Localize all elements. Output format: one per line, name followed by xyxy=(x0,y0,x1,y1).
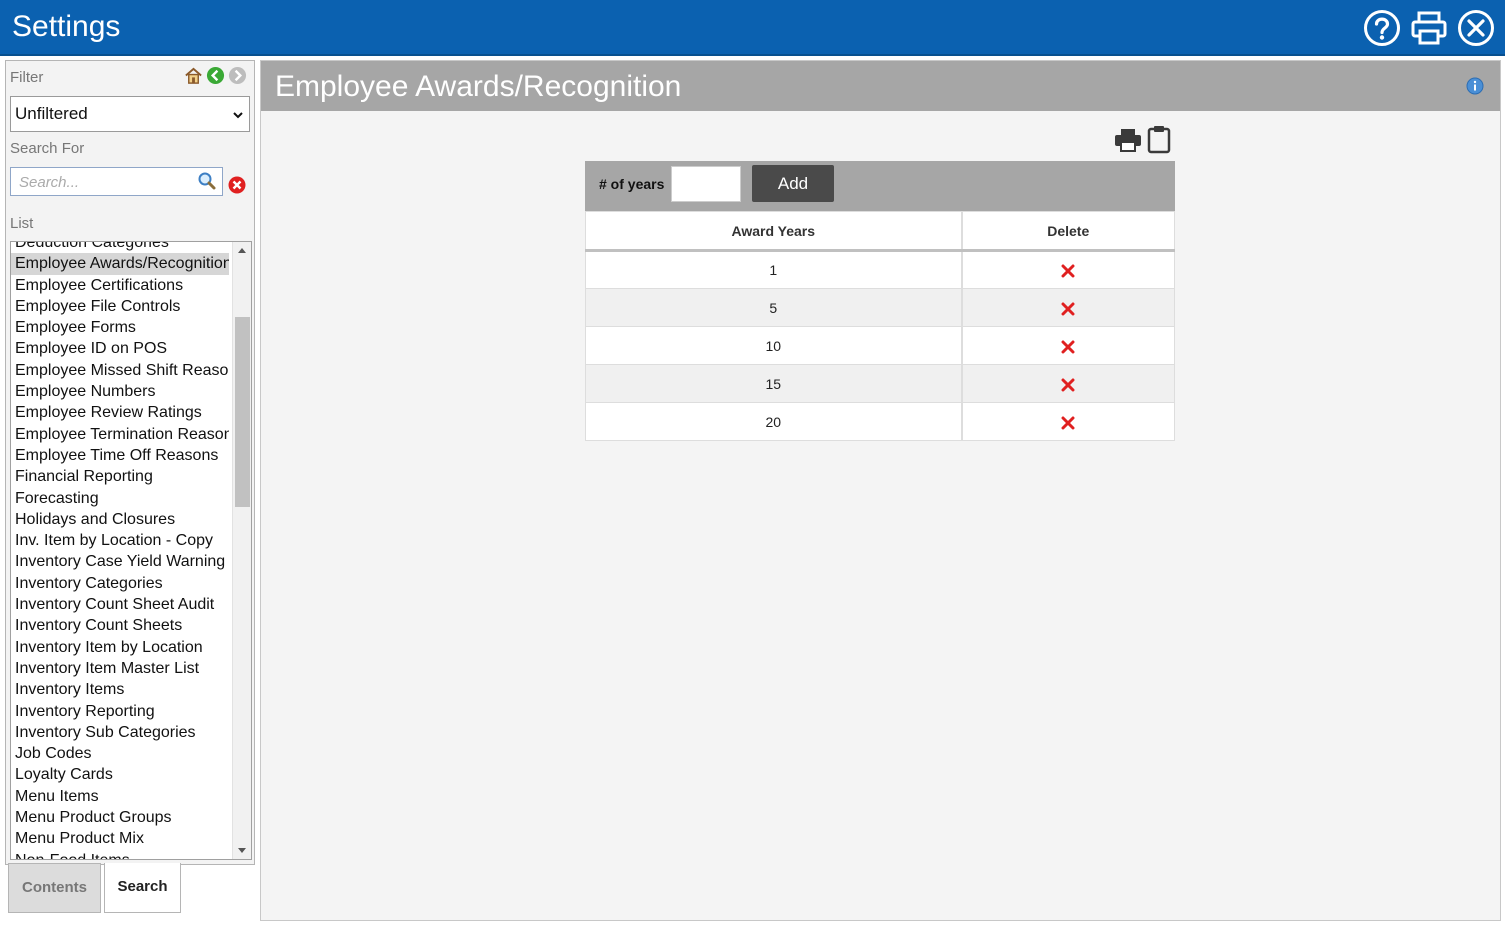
list-item[interactable]: Employee Missed Shift Reasons xyxy=(11,360,229,381)
settings-navigator: Filter Unfiltered Search For Search... L… xyxy=(5,60,255,865)
add-years-bar: # of years Add xyxy=(585,161,1175,211)
search-placeholder: Search... xyxy=(19,174,80,191)
award-year-cell: 15 xyxy=(585,364,963,403)
list-item[interactable]: Employee ID on POS xyxy=(11,338,229,359)
search-for-label: Search For xyxy=(10,140,85,157)
add-button[interactable]: Add xyxy=(752,165,834,202)
award-years-table: Award Years Delete 1 5 10 15 20 xyxy=(585,211,1175,441)
filter-select[interactable]: Unfiltered xyxy=(10,96,250,132)
scroll-down-icon[interactable] xyxy=(238,848,246,853)
list-item[interactable]: Deduction Categories xyxy=(11,242,229,253)
list-item[interactable]: Employee Forms xyxy=(11,317,229,338)
list-item[interactable]: Inventory Item Master List xyxy=(11,658,229,679)
settings-list-items: Deduction Categories Employee Awards/Reco… xyxy=(11,242,229,859)
list-item[interactable]: Inventory Count Sheets xyxy=(11,615,229,636)
table-row: 20 xyxy=(585,402,1175,441)
clipboard-icon[interactable] xyxy=(1147,124,1171,154)
help-icon[interactable] xyxy=(1363,9,1401,47)
app-header: Settings xyxy=(0,0,1505,56)
chevron-down-icon xyxy=(233,112,243,119)
years-input[interactable] xyxy=(671,166,741,202)
list-item[interactable]: Holidays and Closures xyxy=(11,509,229,530)
delete-icon[interactable] xyxy=(1061,264,1075,278)
column-header-delete: Delete xyxy=(961,211,1175,252)
table-header-row: Award Years Delete xyxy=(585,211,1175,252)
settings-list[interactable]: Deduction Categories Employee Awards/Reco… xyxy=(10,241,252,860)
delete-cell xyxy=(961,250,1175,289)
list-item[interactable]: Forecasting xyxy=(11,488,229,509)
list-item[interactable]: Job Codes xyxy=(11,743,229,764)
print-table-icon[interactable] xyxy=(1114,127,1142,153)
column-header-award-years[interactable]: Award Years xyxy=(585,211,963,252)
table-row: 1 xyxy=(585,250,1175,289)
years-label: # of years xyxy=(599,176,665,192)
list-item[interactable]: Menu Product Mix xyxy=(11,828,229,849)
list-item[interactable]: Financial Reporting xyxy=(11,466,229,487)
table-row: 10 xyxy=(585,326,1175,365)
delete-cell xyxy=(961,402,1175,441)
list-label: List xyxy=(10,215,34,232)
list-item[interactable]: Menu Product Groups xyxy=(11,807,229,828)
home-icon[interactable] xyxy=(184,66,203,85)
list-item[interactable]: Employee Awards/Recognition xyxy=(11,253,229,275)
list-item[interactable]: Non-Food Items xyxy=(11,850,229,859)
delete-icon[interactable] xyxy=(1061,340,1075,354)
award-year-cell: 20 xyxy=(585,402,963,441)
list-item[interactable]: Employee Certifications xyxy=(11,275,229,296)
award-year-cell: 5 xyxy=(585,288,963,327)
delete-icon[interactable] xyxy=(1061,416,1075,430)
list-item[interactable]: Inventory Case Yield Warning xyxy=(11,551,229,572)
table-row: 15 xyxy=(585,364,1175,403)
list-item[interactable]: Inventory Count Sheet Audit xyxy=(11,594,229,615)
list-item[interactable]: Inventory Sub Categories xyxy=(11,722,229,743)
page-title: Employee Awards/Recognition xyxy=(275,70,682,103)
print-icon[interactable] xyxy=(1410,9,1448,47)
list-item[interactable]: Inv. Item by Location - Copy xyxy=(11,530,229,551)
table-row: 5 xyxy=(585,288,1175,327)
list-item[interactable]: Employee Numbers xyxy=(11,381,229,402)
app-title: Settings xyxy=(12,10,121,43)
close-icon[interactable] xyxy=(1457,9,1495,47)
main-panel: Employee Awards/Recognition # of years A… xyxy=(260,60,1501,921)
info-icon[interactable] xyxy=(1466,77,1484,95)
delete-icon[interactable] xyxy=(1061,302,1075,316)
list-item[interactable]: Loyalty Cards xyxy=(11,764,229,785)
back-icon[interactable] xyxy=(206,66,225,85)
list-item[interactable]: Employee Termination Reasons xyxy=(11,424,229,445)
clear-search-icon[interactable] xyxy=(228,176,246,194)
scroll-up-icon[interactable] xyxy=(238,248,246,253)
scroll-thumb[interactable] xyxy=(235,317,250,507)
tab-contents[interactable]: Contents xyxy=(8,863,101,913)
delete-cell xyxy=(961,364,1175,403)
list-item[interactable]: Employee Review Ratings xyxy=(11,402,229,423)
filter-value: Unfiltered xyxy=(15,104,88,123)
list-item[interactable]: Menu Items xyxy=(11,786,229,807)
award-year-cell: 10 xyxy=(585,326,963,365)
delete-cell xyxy=(961,288,1175,327)
search-input[interactable]: Search... xyxy=(10,167,223,196)
list-item[interactable]: Inventory Item by Location xyxy=(11,637,229,658)
search-icon[interactable] xyxy=(197,171,217,191)
tab-search[interactable]: Search xyxy=(104,863,181,913)
page-header: Employee Awards/Recognition xyxy=(261,61,1500,111)
delete-icon[interactable] xyxy=(1061,378,1075,392)
delete-cell xyxy=(961,326,1175,365)
list-item[interactable]: Inventory Items xyxy=(11,679,229,700)
list-item[interactable]: Employee Time Off Reasons xyxy=(11,445,229,466)
list-item[interactable]: Inventory Categories xyxy=(11,573,229,594)
list-item[interactable]: Inventory Reporting xyxy=(11,701,229,722)
filter-label: Filter xyxy=(10,69,44,86)
nav-icons xyxy=(184,66,247,86)
list-item[interactable]: Employee File Controls xyxy=(11,296,229,317)
forward-icon[interactable] xyxy=(228,66,247,85)
list-scrollbar[interactable] xyxy=(232,242,251,859)
award-year-cell: 1 xyxy=(585,250,963,289)
